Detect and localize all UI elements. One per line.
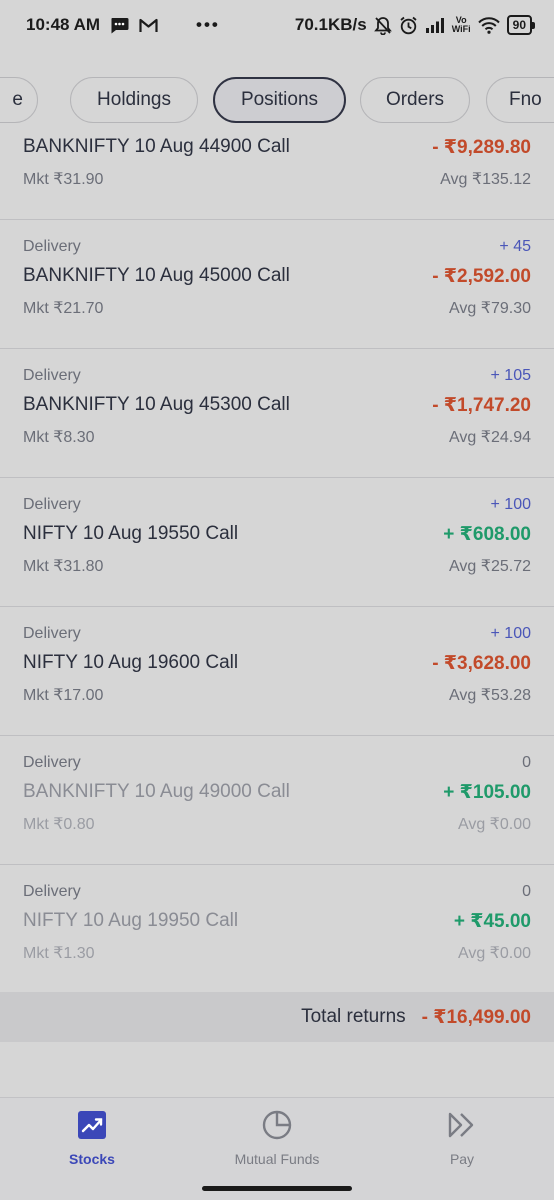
alarm-icon xyxy=(399,16,418,35)
position-type: Delivery xyxy=(23,238,81,255)
tab-partial[interactable]: e xyxy=(0,77,38,123)
mute-bell-icon xyxy=(373,16,392,35)
home-indicator[interactable] xyxy=(202,1186,352,1191)
position-type: Delivery xyxy=(23,496,81,513)
position-pnl: + ₹45.00 xyxy=(453,911,531,932)
gmail-icon xyxy=(139,18,158,33)
position-average-price: Avg ₹79.30 xyxy=(449,300,531,317)
position-name: BANKNIFTY 10 Aug 45000 Call xyxy=(23,265,290,286)
position-row[interactable]: Delivery + 100 NIFTY 10 Aug 19600 Call -… xyxy=(0,607,554,736)
position-tabs: e Holdings Positions Orders Fno xyxy=(0,76,554,124)
position-average-price: Avg ₹24.94 xyxy=(449,429,531,446)
tab-label: Orders xyxy=(385,89,445,110)
tab-label: Fno xyxy=(509,89,542,110)
tab-positions[interactable]: Positions xyxy=(213,77,346,123)
position-pnl: + ₹105.00 xyxy=(443,782,531,803)
nav-label: Pay xyxy=(449,1151,475,1167)
position-average-price: Avg ₹25.72 xyxy=(449,558,531,575)
position-row[interactable]: Delivery + 100 NIFTY 10 Aug 19550 Call +… xyxy=(0,478,554,607)
pie-chart-icon xyxy=(262,1110,292,1145)
position-pnl: - ₹1,747.20 xyxy=(432,395,531,416)
tab-orders[interactable]: Orders xyxy=(360,77,470,123)
position-name: NIFTY 10 Aug 19600 Call xyxy=(23,652,239,673)
position-market-price: Mkt ₹1.30 xyxy=(23,945,95,962)
position-quantity: 0 xyxy=(522,883,531,900)
position-average-price: Avg ₹53.28 xyxy=(449,687,531,704)
position-name: NIFTY 10 Aug 19550 Call xyxy=(23,523,239,544)
position-average-price: Avg ₹135.12 xyxy=(440,171,531,188)
battery-level: 90 xyxy=(512,18,526,32)
tab-fno[interactable]: Fno xyxy=(486,77,554,123)
stocks-chart-icon xyxy=(77,1110,107,1145)
wifi-icon xyxy=(477,16,500,34)
position-name: BANKNIFTY 10 Aug 44900 Call xyxy=(23,136,290,157)
bottom-navigation: Stocks Mutual Funds Pay xyxy=(0,1097,554,1200)
battery-icon: 90 xyxy=(506,15,536,35)
status-more: ••• xyxy=(196,15,220,34)
position-row[interactable]: Delivery + 45 BANKNIFTY 10 Aug 45000 Cal… xyxy=(0,220,554,349)
position-type: Delivery xyxy=(23,754,81,771)
positions-list[interactable]: Delivery BANKNIFTY 10 Aug 44900 Call - ₹… xyxy=(0,128,554,990)
signal-icon xyxy=(425,17,445,33)
position-market-price: Mkt ₹21.70 xyxy=(23,300,104,317)
position-market-price: Mkt ₹17.00 xyxy=(23,687,104,704)
vowifi-bottom: WiFi xyxy=(451,24,471,34)
position-quantity: + 100 xyxy=(490,625,531,642)
position-row[interactable]: Delivery BANKNIFTY 10 Aug 44900 Call - ₹… xyxy=(0,128,554,220)
network-speed: 70.1KB/s xyxy=(294,15,367,34)
nav-label: Mutual Funds xyxy=(234,1151,320,1167)
position-type: Delivery xyxy=(23,625,81,642)
position-pnl: + ₹608.00 xyxy=(443,524,531,545)
nav-mutual-funds[interactable]: Mutual Funds xyxy=(207,1110,347,1167)
position-type: Delivery xyxy=(23,883,81,900)
position-row[interactable]: Delivery + 105 BANKNIFTY 10 Aug 45300 Ca… xyxy=(0,349,554,478)
nav-stocks[interactable]: Stocks xyxy=(22,1110,162,1167)
tab-label: e xyxy=(12,89,23,110)
total-returns-bar: Total returns - ₹16,499.00 xyxy=(0,992,554,1042)
position-name: NIFTY 10 Aug 19950 Call xyxy=(23,910,239,931)
status-time: 10:48 AM xyxy=(26,15,101,34)
position-pnl: - ₹2,592.00 xyxy=(432,266,531,287)
vowifi-icon: Vo WiFi xyxy=(452,16,471,34)
position-quantity: + 45 xyxy=(499,238,531,255)
position-market-price: Mkt ₹8.30 xyxy=(23,429,95,446)
total-returns-value: - ₹16,499.00 xyxy=(421,1006,531,1028)
position-market-price: Mkt ₹31.90 xyxy=(23,171,104,188)
tab-label: Holdings xyxy=(97,89,171,110)
position-pnl: - ₹3,628.00 xyxy=(432,653,531,674)
tab-holdings[interactable]: Holdings xyxy=(70,77,198,123)
position-quantity: 0 xyxy=(522,754,531,771)
position-market-price: Mkt ₹0.80 xyxy=(23,816,95,833)
position-market-price: Mkt ₹31.80 xyxy=(23,558,104,575)
position-average-price: Avg ₹0.00 xyxy=(457,816,531,833)
nav-pay[interactable]: Pay xyxy=(392,1110,532,1167)
total-returns-label: Total returns xyxy=(301,1006,406,1027)
fast-forward-icon xyxy=(447,1110,477,1145)
nav-label: Stocks xyxy=(69,1151,115,1167)
position-quantity: + 105 xyxy=(490,367,531,384)
position-row[interactable]: Delivery 0 BANKNIFTY 10 Aug 49000 Call +… xyxy=(0,736,554,865)
position-type: Delivery xyxy=(23,367,81,384)
message-icon xyxy=(110,17,129,34)
position-pnl: - ₹9,289.80 xyxy=(432,137,531,158)
position-quantity: + 100 xyxy=(490,496,531,513)
position-name: BANKNIFTY 10 Aug 49000 Call xyxy=(23,781,290,802)
position-average-price: Avg ₹0.00 xyxy=(457,945,531,962)
tab-label: Positions xyxy=(240,89,319,110)
position-row[interactable]: Delivery 0 NIFTY 10 Aug 19950 Call + ₹45… xyxy=(0,865,554,990)
position-name: BANKNIFTY 10 Aug 45300 Call xyxy=(23,394,290,415)
status-bar: 10:48 AM ••• 70.1KB/s Vo WiFi 90 xyxy=(0,0,554,50)
